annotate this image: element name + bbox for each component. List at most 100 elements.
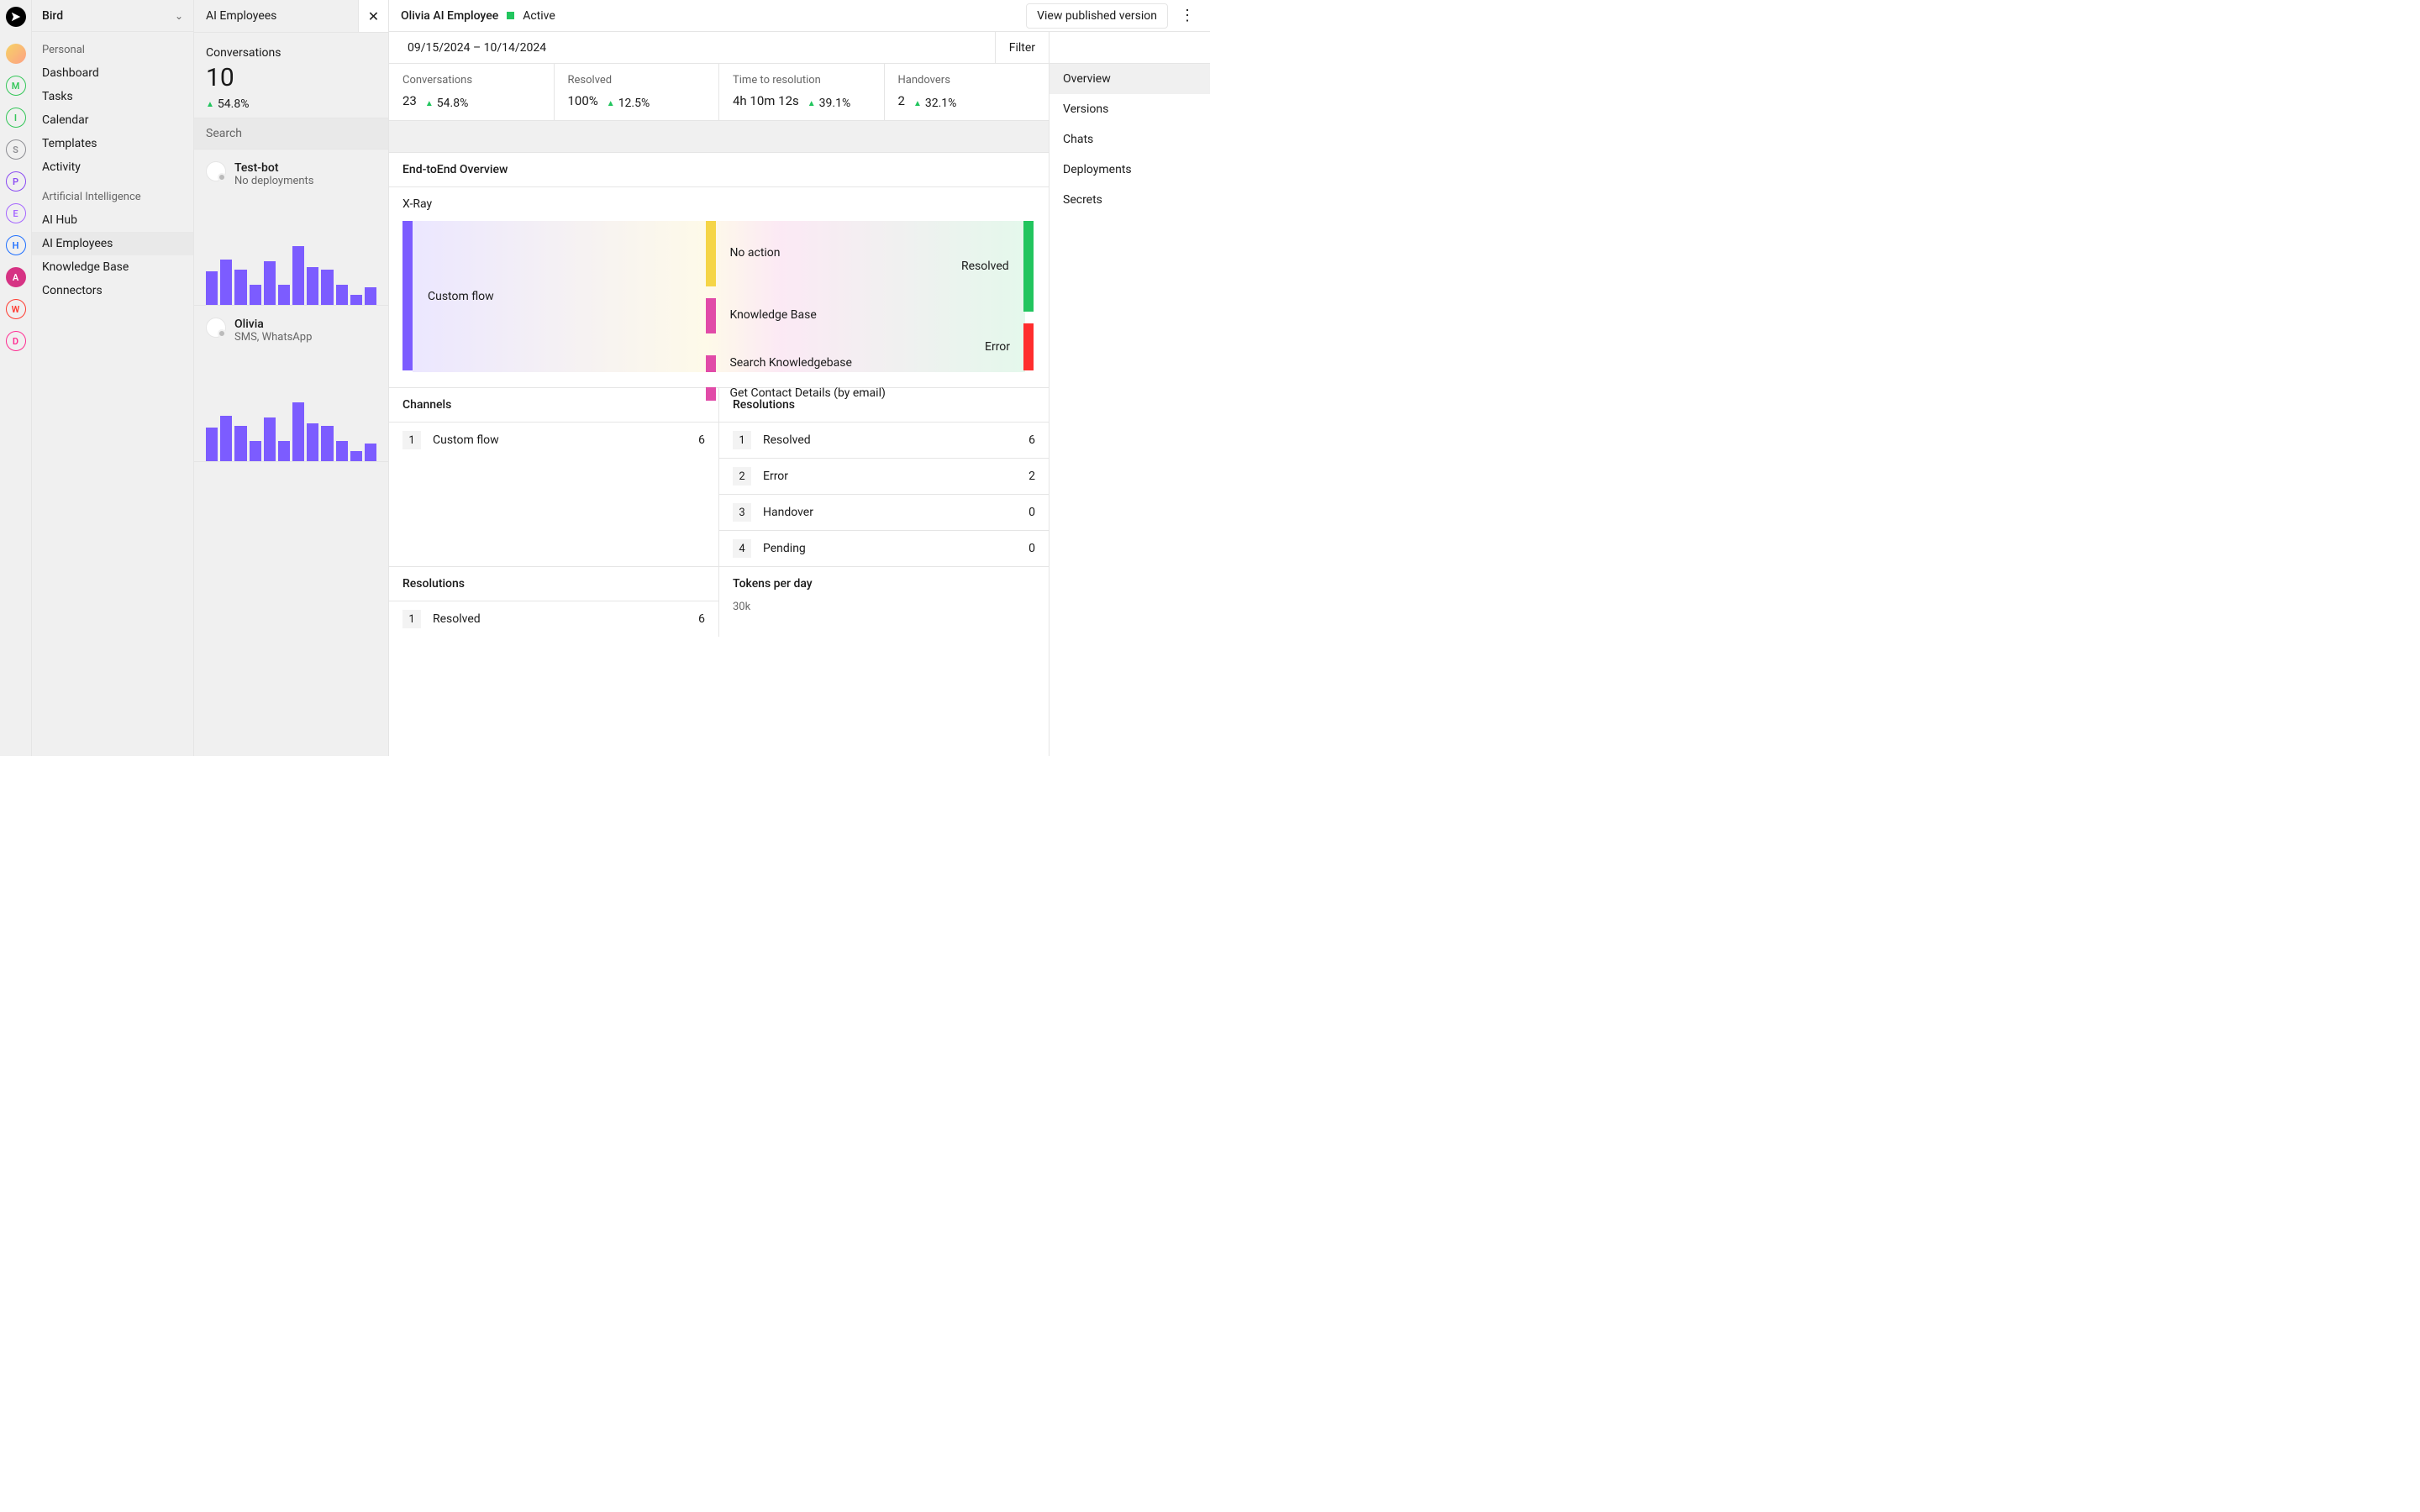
- workspace-name: Bird: [42, 9, 63, 23]
- sankey-label: Get Contact Details (by email): [729, 386, 885, 400]
- workspace-selector[interactable]: Bird ⌄: [32, 0, 193, 32]
- right-tabs: OverviewVersionsChatsDeploymentsSecrets: [1049, 32, 1210, 756]
- rail-workspace-e[interactable]: E: [6, 203, 26, 223]
- employee-sparkline: [206, 187, 376, 305]
- channels-title: Channels: [389, 388, 718, 422]
- row-rank: 3: [733, 503, 751, 522]
- sidebar-item-knowledge-base[interactable]: Knowledge Base: [32, 255, 193, 279]
- sankey-bar: [706, 355, 716, 372]
- trend-up-icon: ▲: [607, 99, 615, 108]
- employee-card-test-bot[interactable]: Test-botNo deployments: [194, 150, 388, 306]
- sankey-label: Search Knowledgebase: [729, 356, 851, 370]
- spacer: [389, 121, 1049, 153]
- kpi-value: 100%: [568, 93, 598, 108]
- sidebar-item-templates[interactable]: Templates: [32, 132, 193, 155]
- rail-workspace-h[interactable]: H: [6, 235, 26, 255]
- rail-workspace-i[interactable]: I: [6, 108, 26, 128]
- kpi-handovers: Handovers 2 ▲32.1%: [885, 64, 1050, 120]
- date-range[interactable]: 09/15/2024 – 10/14/2024: [389, 32, 995, 63]
- kpi-conversations: Conversations 23 ▲54.8%: [389, 64, 555, 120]
- tab-versions[interactable]: Versions: [1050, 94, 1210, 124]
- sidebar-item-dashboard[interactable]: Dashboard: [32, 61, 193, 85]
- rail-workspace-m[interactable]: M: [6, 76, 26, 96]
- sidebar-item-ai-hub[interactable]: AI Hub: [32, 208, 193, 232]
- trend-up-icon: ▲: [808, 99, 816, 108]
- employee-name: Olivia: [234, 318, 312, 331]
- stat-label: Conversations: [206, 46, 376, 60]
- sidebar-item-calendar[interactable]: Calendar: [32, 108, 193, 132]
- icon-rail: MISPEHAWD: [0, 0, 32, 756]
- sankey-label: Resolved: [961, 260, 1009, 273]
- kpi-delta: ▲39.1%: [808, 97, 850, 110]
- xray-title: X-Ray: [402, 187, 1035, 221]
- sidebar-item-tasks[interactable]: Tasks: [32, 85, 193, 108]
- row-value: 6: [698, 433, 705, 447]
- rail-workspace-d[interactable]: D: [6, 331, 26, 351]
- sankey-bar: [706, 387, 716, 401]
- rail-workspace-p[interactable]: P: [6, 171, 26, 192]
- filter-button[interactable]: Filter: [995, 32, 1049, 63]
- sankey-label: Knowledge Base: [729, 308, 816, 322]
- more-menu-icon[interactable]: ⋮: [1176, 7, 1198, 24]
- tab-chats[interactable]: Chats: [1050, 124, 1210, 155]
- employee-sparkline: [206, 344, 376, 461]
- user-avatar[interactable]: [6, 44, 26, 64]
- kpi-row: Conversations23▲54.8%Resolved100%▲12.5%T…: [389, 64, 1049, 121]
- kpi-label: Conversations: [402, 74, 540, 87]
- sankey-bar: [1023, 323, 1034, 370]
- rail-workspace-s[interactable]: S: [6, 139, 26, 160]
- tokens-title: Tokens per day: [719, 567, 1049, 601]
- tab-overview[interactable]: Overview: [1050, 64, 1210, 94]
- sidebar-section-label: Personal: [32, 32, 193, 61]
- kpi-delta: ▲32.1%: [913, 97, 956, 110]
- topbar: Olivia AI Employee Active View published…: [389, 0, 1210, 32]
- close-icon[interactable]: ✕: [358, 0, 388, 32]
- table-row: 1Resolved6: [719, 422, 1049, 458]
- tab-deployments[interactable]: Deployments: [1050, 155, 1210, 185]
- employee-card-olivia[interactable]: OliviaSMS, WhatsApp: [194, 306, 388, 462]
- row-name: Error: [763, 470, 1028, 483]
- subbar: 09/15/2024 – 10/14/2024 Filter: [389, 32, 1049, 64]
- stat-delta: ▲54.8%: [206, 97, 249, 111]
- row-value: 6: [1028, 433, 1035, 447]
- sidebar-item-ai-employees[interactable]: AI Employees: [32, 232, 193, 255]
- kpi-value: 23: [402, 93, 417, 108]
- sankey-label: Error: [985, 340, 1010, 354]
- sankey-bar: [706, 221, 716, 286]
- sidebar-item-activity[interactable]: Activity: [32, 155, 193, 179]
- sankey-bar: [1023, 221, 1034, 312]
- employee-subtitle: No deployments: [234, 175, 314, 187]
- employee-avatar: [206, 161, 226, 181]
- kpi-time-to-resolution: Time to resolution4h 10m 12s▲39.1%: [719, 64, 885, 120]
- table-row: 4Pending0: [719, 530, 1049, 566]
- row-name: Resolved: [433, 612, 698, 626]
- kpi-label: Handovers: [898, 74, 1036, 87]
- tab-secrets[interactable]: Secrets: [1050, 185, 1210, 215]
- chevron-down-icon: ⌄: [175, 10, 183, 22]
- table-row: 1 Custom flow6: [389, 422, 718, 458]
- view-published-button[interactable]: View published version: [1026, 3, 1168, 29]
- search-input[interactable]: Search: [194, 118, 388, 150]
- status-label: Active: [523, 9, 555, 23]
- sidebar-item-connectors[interactable]: Connectors: [32, 279, 193, 302]
- kpi-label: Time to resolution: [733, 74, 871, 87]
- employee-avatar: [206, 318, 226, 338]
- sankey-label: Custom flow: [428, 290, 494, 303]
- overview-title: End-toEnd Overview: [389, 153, 1049, 186]
- brand-logo[interactable]: [6, 7, 26, 27]
- kpi-delta: ▲54.8%: [425, 97, 468, 110]
- kpi-value: 2: [898, 93, 905, 108]
- employee-name: Test-bot: [234, 161, 314, 175]
- rail-workspace-w[interactable]: W: [6, 299, 26, 319]
- row-rank: 1: [402, 431, 421, 449]
- rail-workspace-a[interactable]: A: [6, 267, 26, 287]
- kpi-resolved: Resolved100%▲12.5%: [555, 64, 720, 120]
- trend-up-icon: ▲: [425, 99, 434, 108]
- table-row: 2Error2: [719, 458, 1049, 494]
- row-rank: 1: [733, 431, 751, 449]
- row-name: Custom flow: [433, 433, 698, 447]
- sankey-bar: [402, 221, 413, 370]
- tokens-y-label: 30k: [719, 601, 1049, 613]
- kpi-delta: ▲12.5%: [607, 97, 650, 110]
- table-row: 3Handover0: [719, 494, 1049, 530]
